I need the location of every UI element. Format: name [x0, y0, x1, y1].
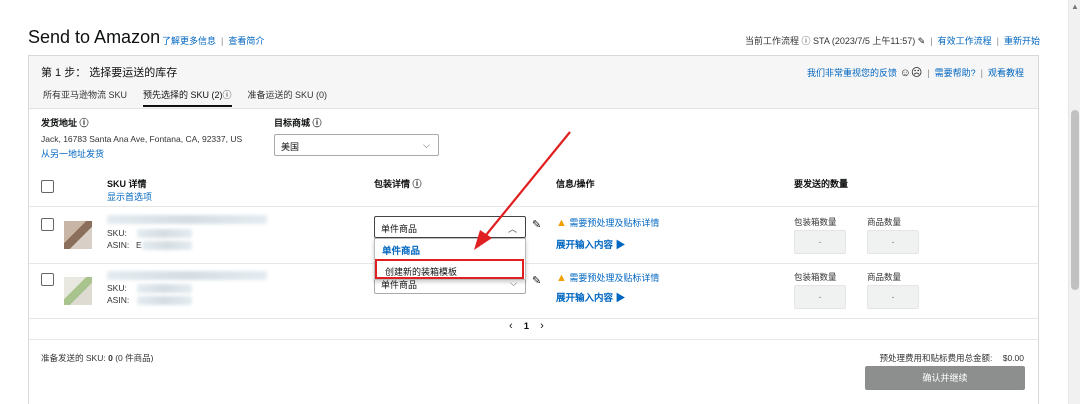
prev-page-button[interactable]: ‹ [509, 320, 513, 332]
page-scrollbar[interactable]: ▲ [1068, 0, 1080, 404]
box-qty-field[interactable]: - [794, 230, 846, 254]
ship-from-other-link[interactable]: 从另一地址发货 [41, 147, 104, 160]
box-qty-label: 包装箱数量 [794, 217, 837, 227]
ready-summary: 准备发送的 SKU: 0 (0 件商品) [41, 352, 153, 364]
sku-value-blurred [137, 229, 192, 238]
ready-units: (0 件商品) [115, 353, 154, 363]
packing-value: 单件商品 [381, 224, 418, 234]
create-template-label: 创建新的装箱模板 [385, 267, 458, 277]
next-page-button[interactable]: › [540, 320, 544, 332]
tutorial-link[interactable]: 观看教程 [988, 68, 1024, 78]
dropdown-option-create-template[interactable]: 创建新的装箱模板 [375, 259, 524, 279]
tab-all-fba-sku[interactable]: 所有亚马逊物流 SKU [43, 88, 127, 105]
annotation-arrow [474, 131, 571, 250]
unit-qty-label: 商品数量 [867, 217, 902, 227]
product-title-blurred [107, 215, 267, 224]
asin-label: ASIN: [107, 295, 130, 305]
unit-qty-field[interactable]: - [867, 285, 919, 309]
unit-qty-field[interactable]: - [867, 230, 919, 254]
pencil-icon[interactable]: ✎ [918, 36, 926, 46]
sku-label: SKU: [107, 228, 127, 238]
marketplace-label: 目标商城 ⓘ [274, 118, 322, 128]
divider [29, 339, 1038, 340]
help-link[interactable]: 需要帮助? [935, 68, 976, 78]
step-title: 第 1 步： 选择要运送的库存 [41, 67, 178, 79]
scroll-up-icon[interactable]: ▲ [1071, 2, 1079, 11]
workflow-bar: 当前工作流程 ⓘ STA (2023/7/5 上午11:57) ✎ | 有效工作流程… [744, 36, 1040, 46]
asin-label: ASIN: [107, 240, 130, 250]
restart-link[interactable]: 重新开始 [1004, 36, 1040, 46]
divider [29, 263, 1038, 264]
chevron-down-icon: ⌵ [423, 140, 430, 150]
tab-preselected-sku[interactable]: 预先选择的 SKU (2)ⓘ [143, 88, 232, 107]
fee-summary: 预处理费用和贴标费用总金额: $0.00 [879, 352, 1024, 364]
unit-qty-label: 商品数量 [867, 272, 902, 282]
column-quantity: 要发送的数量 [794, 179, 849, 189]
tab-ready-sku[interactable]: 准备运送的 SKU (0) [248, 88, 328, 105]
show-options-link[interactable]: 显示首选项 [107, 190, 152, 203]
warning-text[interactable]: 需要预处理及贴标详情 [569, 218, 659, 228]
valid-workflows-link[interactable]: 有效工作流程 [938, 36, 992, 46]
select-all-checkbox[interactable] [41, 180, 54, 193]
current-page[interactable]: 1 [524, 321, 529, 332]
warning-text[interactable]: 需要预处理及贴标详情 [569, 273, 659, 283]
column-packing: 包装详情 ⓘ [374, 179, 422, 189]
ready-count: 0 [108, 353, 113, 363]
page: Send to Amazon 了解更多信息 | 查看简介 当前工作流程 ⓘ STA … [0, 0, 1080, 404]
row-checkbox[interactable] [41, 218, 54, 231]
packing-value: 单件商品 [381, 280, 418, 290]
product-thumbnail [64, 221, 92, 249]
column-sku: SKU 详情 [107, 179, 147, 189]
ship-from-label: 发货地址 ⓘ [41, 118, 89, 128]
box-qty-label: 包装箱数量 [794, 272, 837, 282]
product-thumbnail [64, 277, 92, 305]
frown-icon[interactable]: ☹ [911, 67, 922, 79]
view-intro-link[interactable]: 查看简介 [228, 36, 264, 46]
sku-label: SKU: [107, 283, 127, 293]
smiley-icon[interactable]: ☺ [900, 67, 911, 79]
header-links: 了解更多信息 | 查看简介 [162, 36, 265, 46]
marketplace-value: 美国 [281, 142, 300, 152]
dropdown-option-single[interactable]: 单件商品 [382, 243, 420, 257]
sku-tabs: 所有亚马逊物流 SKU 预先选择的 SKU (2)ⓘ 准备运送的 SKU (0) [43, 88, 343, 107]
divider [29, 318, 1038, 319]
workflow-status: 当前工作流程 ⓘ STA (2023/7/5 上午11:57) [744, 36, 916, 46]
feedback-bar: 我们非常重视您的反馈 ☺☹ | 需要帮助? | 观看教程 [807, 67, 1024, 79]
fee-value: $0.00 [1002, 353, 1024, 363]
asin-value-blurred [137, 296, 192, 305]
pagination: ‹ 1 › [509, 320, 544, 332]
expand-input-link[interactable]: 展开输入内容 ▶ [556, 290, 625, 304]
learn-more-link[interactable]: 了解更多信息 [162, 36, 216, 46]
warning-icon: ▲ [556, 272, 567, 284]
page-title: Send to Amazon [28, 27, 161, 47]
warning-message: ▲ 需要预处理及贴标详情 [556, 271, 659, 284]
ready-label: 准备发送的 SKU: [41, 353, 106, 363]
sku-value-blurred [137, 284, 192, 293]
ship-from-address: Jack, 16783 Santa Ana Ave, Fontana, CA, … [41, 134, 243, 144]
step-header: 第 1 步： 选择要运送的库存 我们非常重视您的反馈 ☺☹ | 需要帮助? | 观看教程… [29, 56, 1038, 109]
feedback-text: 我们非常重视您的反馈 [807, 68, 898, 78]
table-row: SKU: ASIN: 单件商品 ⌵ ✎ ▲ 需要预处理及贴标详情 展开输入内容 ▶… [29, 266, 1038, 316]
asin-value: E [136, 240, 142, 250]
box-qty-field[interactable]: - [794, 285, 846, 309]
asin-value-blurred [142, 241, 192, 250]
confirm-continue-button[interactable]: 确认并继续 [865, 366, 1025, 390]
row-checkbox[interactable] [41, 273, 54, 286]
scrollbar-thumb[interactable] [1071, 110, 1079, 290]
marketplace-select[interactable]: 美国 ⌵ [274, 134, 439, 156]
pencil-icon[interactable]: ✎ [532, 274, 541, 287]
fee-label: 预处理费用和贴标费用总金额: [879, 353, 993, 363]
product-title-blurred [107, 271, 267, 280]
